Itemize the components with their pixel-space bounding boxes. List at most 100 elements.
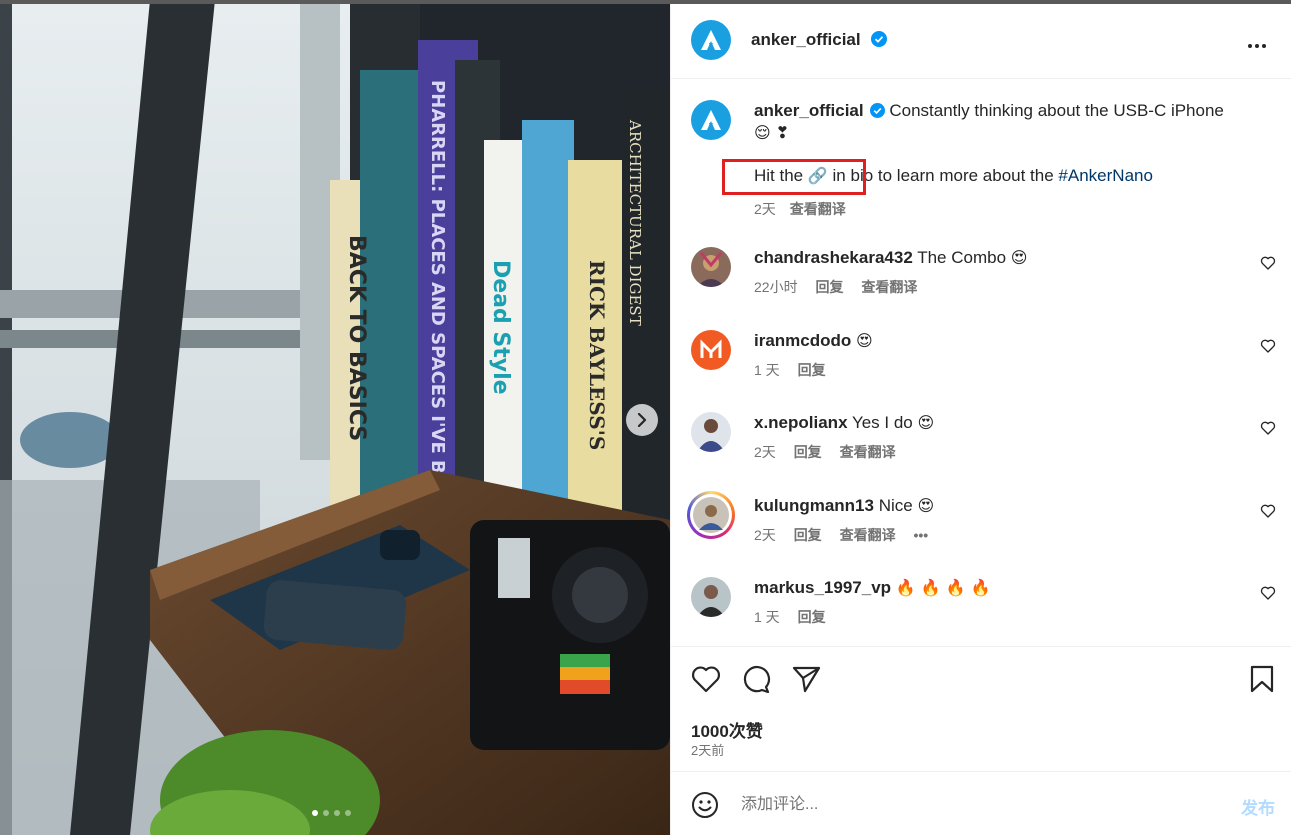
comment-input[interactable] [739, 792, 1203, 818]
like-button[interactable] [691, 665, 721, 698]
comment-like-button[interactable] [1260, 420, 1276, 441]
comment-body: x.nepolianx Yes I do 😍 [754, 412, 934, 434]
comment-like-button[interactable] [1260, 338, 1276, 359]
comment-body: markus_1997_vp 🔥 🔥 🔥 🔥 [754, 577, 991, 599]
caption-meta: 2天 查看翻译 [754, 199, 846, 219]
reply-button[interactable]: 回复 [798, 609, 826, 625]
comment-username[interactable]: markus_1997_vp [754, 578, 891, 597]
commenter-avatar-story-ring[interactable] [687, 491, 735, 539]
caption-author-avatar[interactable] [691, 100, 731, 140]
comment-like-button[interactable] [1260, 585, 1276, 606]
bookmark-icon [1250, 665, 1274, 693]
comment-item: chandrashekara432 The Combo 😍 22小时 回复 查看… [691, 247, 1276, 307]
comment-text: Nice [878, 496, 913, 515]
caption-line-2: Hit the 🔗 in bio to learn more about the… [754, 166, 1153, 186]
post-action-bar: 1000次赞 2天前 [671, 646, 1291, 771]
comment-username[interactable]: x.nepolianx [754, 413, 848, 432]
hashtag-link[interactable]: #AnkerNano [1058, 166, 1153, 185]
paper-plane-icon [792, 666, 821, 693]
comment-like-button[interactable] [1260, 503, 1276, 524]
avatar-logo-icon [691, 330, 731, 370]
comment-meta: 22小时 回复 查看翻译 [754, 277, 931, 297]
comment-age: 22小时 [754, 279, 798, 295]
comment-age: 1 天 [754, 609, 780, 625]
comment-meta: 2天 回复 查看翻译 ••• [754, 525, 942, 545]
carousel-next-button[interactable] [626, 404, 658, 436]
heart-outline-icon [1260, 339, 1276, 353]
link-icon: 🔗 [807, 166, 828, 185]
comment-body: iranmcdodo 😍 [754, 330, 873, 352]
comment-age: 2天 [754, 444, 776, 460]
post-comment-button[interactable]: 发布 [1241, 794, 1275, 819]
translate-button[interactable]: 查看翻译 [840, 527, 896, 543]
more-dots-icon [1248, 44, 1266, 48]
verified-badge-icon [871, 31, 888, 47]
comment-body: kulungmann13 Nice 😍 [754, 495, 934, 517]
author-username[interactable]: anker_official [751, 30, 861, 49]
translate-button[interactable]: 查看翻译 [840, 444, 896, 460]
svg-text:ARCHITECTURAL DIGEST: ARCHITECTURAL DIGEST [626, 119, 644, 326]
commenter-avatar[interactable] [691, 577, 731, 617]
reply-button[interactable]: 回复 [798, 362, 826, 378]
window-top-bar [0, 0, 1291, 4]
emoji-picker-button[interactable] [691, 791, 719, 824]
comment-bubble-icon [743, 666, 771, 694]
commenter-avatar[interactable] [691, 330, 731, 370]
svg-text:Dead Style: Dead Style [488, 260, 513, 395]
avatar-image-icon [691, 412, 731, 452]
comment-item: markus_1997_vp 🔥 🔥 🔥 🔥 1 天 回复 [691, 577, 1276, 637]
comment-username[interactable]: iranmcdodo [754, 331, 851, 350]
svg-text:BACK TO BASICS: BACK TO BASICS [344, 235, 369, 441]
comment-username[interactable]: chandrashekara432 [754, 248, 913, 267]
comment-age: 1 天 [754, 362, 780, 378]
carousel-dot-2 [323, 810, 329, 816]
comment-more-button[interactable]: ••• [913, 527, 928, 543]
comment-meta: 1 天 回复 [754, 360, 840, 380]
comment-item: iranmcdodo 😍 1 天 回复 [691, 330, 1276, 390]
heart-outline-icon [692, 666, 720, 693]
comment-emoji: 😍 [917, 496, 935, 515]
comment-emoji: 😍 [917, 413, 935, 432]
smiley-icon [692, 792, 718, 818]
author-avatar[interactable] [691, 20, 731, 60]
comment-emoji: 😍 [856, 331, 873, 350]
reply-button[interactable]: 回复 [815, 279, 843, 295]
avatar-image-icon [691, 577, 731, 617]
verified-badge-icon [869, 103, 885, 118]
carousel-dot-1 [312, 810, 318, 816]
more-options-button[interactable] [1247, 32, 1267, 55]
commenter-avatar[interactable] [691, 247, 731, 287]
caption-in-bio: in bio [832, 166, 874, 185]
caption-emojis: 😌 ❣ [754, 123, 790, 142]
author-name-row: anker_official [751, 30, 888, 50]
like-count[interactable]: 1000次赞 [691, 717, 763, 742]
post-header: anker_official [671, 4, 1291, 79]
caption-translate-link[interactable]: 查看翻译 [790, 201, 846, 217]
comment-emoji: 😍 [1010, 248, 1028, 267]
caption-username[interactable]: anker_official [754, 101, 864, 120]
post-photo[interactable]: BACK TO BASICS PHARRELL: PLACES AND SPAC… [0, 0, 670, 835]
heart-outline-icon [1260, 504, 1276, 518]
comment-item: x.nepolianx Yes I do 😍 2天 回复 查看翻译 [691, 412, 1276, 472]
save-button[interactable] [1249, 665, 1275, 698]
caption-hit-the: Hit the [754, 166, 804, 185]
comment-button[interactable] [741, 665, 771, 698]
comment-username[interactable]: kulungmann13 [754, 496, 874, 515]
comment-age: 2天 [754, 527, 776, 543]
heart-outline-icon [1260, 421, 1276, 435]
reply-button[interactable]: 回复 [794, 527, 822, 543]
caption-age: 2天 [754, 201, 776, 217]
post-timestamp: 2天前 [691, 743, 725, 758]
post-side-panel: anker_official anker_official Constantly… [670, 0, 1291, 835]
carousel-dot-4 [345, 810, 351, 816]
anker-logo-icon [701, 110, 721, 130]
translate-button[interactable]: 查看翻译 [861, 279, 917, 295]
comment-emoji: 🔥 🔥 🔥 🔥 [895, 578, 991, 597]
share-button[interactable] [791, 665, 821, 698]
comment-item: kulungmann13 Nice 😍 2天 回复 查看翻译 ••• [687, 491, 1276, 555]
reply-button[interactable]: 回复 [794, 444, 822, 460]
comment-like-button[interactable] [1260, 255, 1276, 276]
carousel-dot-3 [334, 810, 340, 816]
commenter-avatar[interactable] [691, 412, 731, 452]
heart-outline-icon [1260, 586, 1276, 600]
